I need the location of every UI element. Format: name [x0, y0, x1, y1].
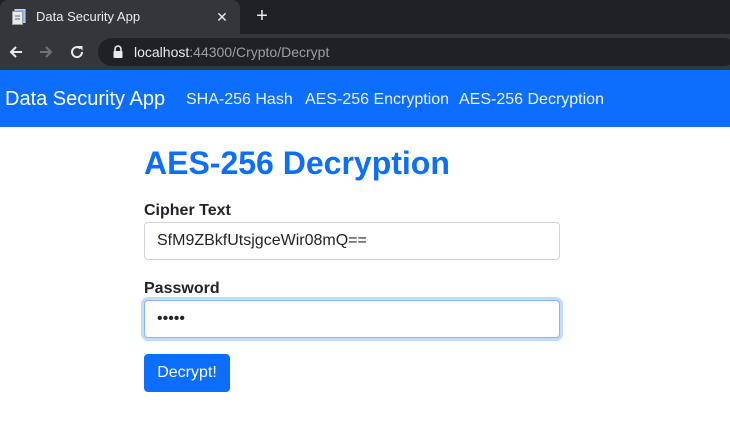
- app-navbar: Data Security App SHA-256 Hash AES-256 E…: [0, 70, 730, 127]
- browser-tab[interactable]: Data Security App ✕: [0, 0, 240, 34]
- close-tab-icon[interactable]: ✕: [214, 9, 230, 25]
- password-input[interactable]: [144, 300, 560, 338]
- url-path: :44300/Crypto/Decrypt: [189, 44, 330, 60]
- tab-title: Data Security App: [36, 9, 141, 24]
- url-host: localhost: [134, 44, 190, 60]
- browser-toolbar: localhost:44300/Crypto/Decrypt: [0, 34, 730, 70]
- nav-link-aes256-decryption[interactable]: AES-256 Decryption: [459, 91, 604, 109]
- nav-link-sha256-hash[interactable]: SHA-256 Hash: [186, 91, 293, 109]
- decrypt-button[interactable]: Decrypt!: [144, 354, 230, 392]
- url-text: localhost:44300/Crypto/Decrypt: [134, 44, 329, 60]
- address-bar[interactable]: localhost:44300/Crypto/Decrypt: [98, 38, 730, 66]
- browser-tabstrip: Data Security App ✕ +: [0, 0, 730, 34]
- back-arrow-icon[interactable]: [6, 42, 26, 62]
- password-label: Password: [144, 280, 220, 297]
- reload-icon[interactable]: [67, 42, 87, 62]
- forward-arrow-icon[interactable]: [36, 42, 56, 62]
- new-tab-icon[interactable]: +: [253, 6, 271, 26]
- nav-link-aes256-encryption[interactable]: AES-256 Encryption: [305, 91, 449, 109]
- lock-icon[interactable]: [112, 45, 124, 59]
- page-icon: [12, 9, 26, 25]
- page-title: AES-256 Decryption: [144, 145, 450, 181]
- cipher-text-label: Cipher Text: [144, 202, 231, 219]
- navbar-brand[interactable]: Data Security App: [5, 88, 165, 111]
- cipher-text-input[interactable]: [144, 222, 560, 260]
